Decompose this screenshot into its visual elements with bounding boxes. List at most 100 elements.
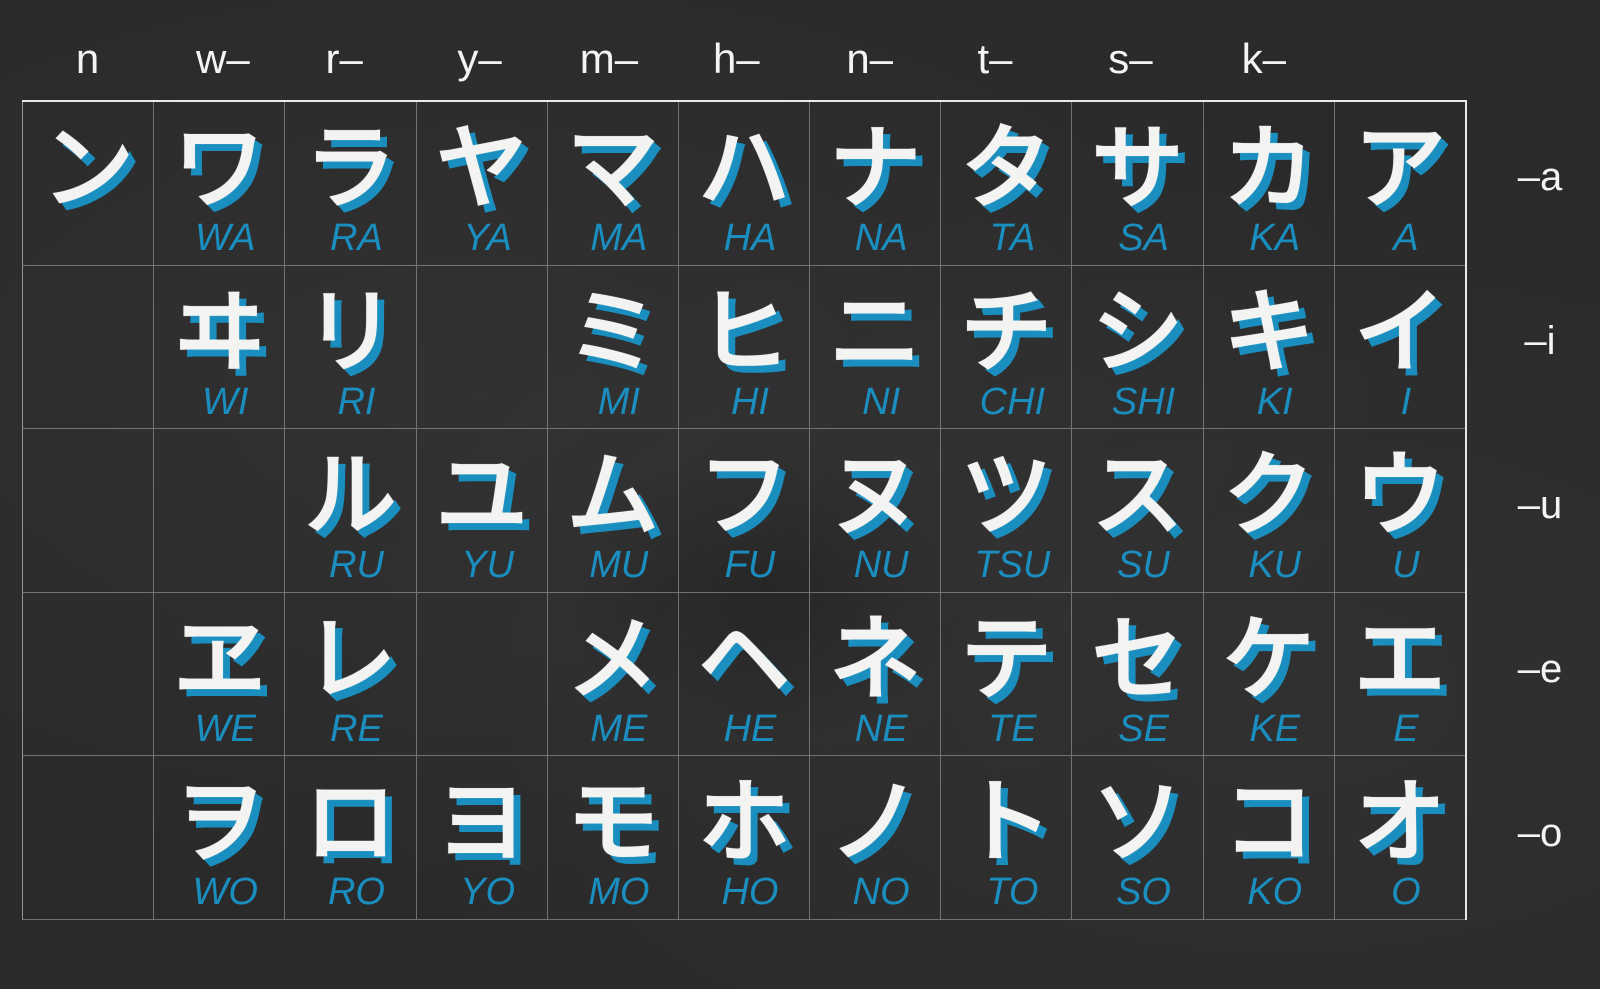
kana-glyph-group xyxy=(417,605,547,715)
kana-character: レ xyxy=(304,605,397,713)
romaji-label: KA xyxy=(1249,217,1301,259)
kana-glyph-group: ハハ xyxy=(679,114,809,229)
kana-cell: テテ TE xyxy=(940,592,1072,757)
kana-cell: ヒヒ HI xyxy=(677,265,810,430)
kana-glyph-group: タタ xyxy=(941,114,1071,229)
romaji-label: KU xyxy=(1248,544,1302,587)
kana-character: ヨ xyxy=(435,769,528,877)
kana-character: サ xyxy=(1091,115,1184,222)
kana-cell: エエE xyxy=(1333,592,1465,757)
kana-cell: ヰヰ WI xyxy=(153,265,285,430)
kana-glyph-group: ヨヨ xyxy=(417,768,547,883)
kana-cell xyxy=(22,429,154,593)
kana-glyph-group: ミミ xyxy=(548,278,678,393)
kana-glyph-group: スス xyxy=(1072,441,1202,556)
kana-glyph-group: ヤヤ xyxy=(417,114,547,229)
column-header: k– xyxy=(1241,35,1286,82)
row-header: –a xyxy=(1517,155,1563,199)
kana-cell: ヱヱ WE xyxy=(153,592,285,757)
romaji-label: RE xyxy=(330,707,383,750)
kana-character: チ xyxy=(960,278,1053,386)
kana-character: ツ xyxy=(960,442,1053,550)
romaji-label: WE xyxy=(194,707,256,750)
kana-glyph-group: メメ xyxy=(548,605,678,720)
romaji-label: YO xyxy=(460,871,516,914)
kana-cell: メメ ME xyxy=(546,592,678,757)
kana-cell: ワワ WA xyxy=(153,102,285,266)
kana-glyph-group: ウウ xyxy=(1335,441,1465,556)
romaji-label: NI xyxy=(862,380,901,423)
kana-cell: イイI xyxy=(1333,265,1465,430)
kana-glyph-group: アア xyxy=(1335,114,1465,229)
romaji-label: YU xyxy=(461,544,515,587)
romaji-label: SO xyxy=(1116,871,1171,914)
kana-character: ヰ xyxy=(173,278,266,386)
kana-glyph-group: キキ xyxy=(1204,278,1334,393)
kana-character: ノ xyxy=(829,769,922,877)
kana-glyph-group: ホホ xyxy=(679,768,809,883)
kana-glyph-group: ココ xyxy=(1204,768,1334,883)
romaji-label: KO xyxy=(1247,871,1303,914)
kana-character: ユ xyxy=(435,442,528,550)
kana-glyph-group: ママ xyxy=(548,114,678,229)
kana-cell xyxy=(415,592,547,757)
kana-cell xyxy=(153,429,285,593)
kana-character: ハ xyxy=(697,115,790,222)
kana-cell: ヘヘ HE xyxy=(677,592,810,757)
kana-character: ム xyxy=(566,442,659,550)
kana-character: カ xyxy=(1222,115,1315,222)
romaji-label: MI xyxy=(597,380,640,423)
kana-cell: ヨヨ YO xyxy=(415,756,547,920)
kana-glyph-group xyxy=(23,605,153,715)
row-header: –u xyxy=(1517,483,1563,527)
kana-glyph-group: ケケ xyxy=(1204,605,1334,720)
kana-glyph-group: シシ xyxy=(1072,278,1202,393)
kana-glyph-group: ソソ xyxy=(1072,768,1202,883)
kana-cell: リリ RI xyxy=(284,265,416,430)
kana-cell: ルル RU xyxy=(284,429,416,593)
row-header: –o xyxy=(1517,811,1563,855)
kana-character: メ xyxy=(566,605,659,713)
column-header: r– xyxy=(325,35,363,82)
kana-character: ヒ xyxy=(697,278,790,386)
kana-cell: ホホ HO xyxy=(677,756,810,920)
kana-cell: フフ FU xyxy=(677,429,810,593)
kana-cell: ララ RA xyxy=(284,102,416,266)
kana-character: ヌ xyxy=(829,442,922,550)
kana-character: ト xyxy=(960,769,1053,877)
kana-character: ミ xyxy=(566,278,659,386)
kana-glyph-group: ツツ xyxy=(941,441,1071,556)
kana-cell: クク KU xyxy=(1202,429,1334,593)
romaji-label: ME xyxy=(590,707,648,750)
kana-cell: ヌヌ NU xyxy=(809,429,941,593)
kana-glyph-group: ヱヱ xyxy=(154,605,284,720)
romaji-label: RA xyxy=(330,217,383,259)
kana-glyph-group: ワワ xyxy=(154,114,284,229)
kana-glyph-group: ノノ xyxy=(810,768,940,883)
kana-glyph-group: ムム xyxy=(548,441,678,556)
romaji-label: YA xyxy=(463,217,512,259)
katakana-grid: ンンワワ WA ララ RA ヤヤ YA ママ MA ハハ HA ナナ NA タタ TA ササ SA カカ KA アア… xyxy=(22,100,1467,920)
kana-glyph-group: チチ xyxy=(941,278,1071,393)
kana-cell: ムム MU xyxy=(546,429,678,593)
kana-cell: カカ KA xyxy=(1202,102,1334,266)
romaji-label: SE xyxy=(1118,707,1169,750)
kana-character: ロ xyxy=(304,769,397,877)
kana-cell xyxy=(22,756,154,920)
kana-character: コ xyxy=(1222,769,1315,877)
column-header: t– xyxy=(977,35,1013,82)
kana-character: ア xyxy=(1353,115,1446,222)
column-header: w– xyxy=(196,35,250,82)
romaji-label: TE xyxy=(988,707,1037,750)
kana-glyph-group: セセ xyxy=(1072,605,1202,720)
kana-character: フ xyxy=(697,442,790,550)
kana-character: ケ xyxy=(1222,605,1315,713)
kana-character: ヲ xyxy=(173,769,266,877)
kana-character: シ xyxy=(1091,278,1184,386)
romaji-label: SU xyxy=(1117,544,1170,587)
kana-glyph-group xyxy=(23,768,153,878)
kana-cell: ハハ HA xyxy=(677,102,810,266)
kana-character: タ xyxy=(960,115,1053,222)
romaji-label: NE xyxy=(854,707,908,750)
romaji-label: NU xyxy=(853,544,909,587)
